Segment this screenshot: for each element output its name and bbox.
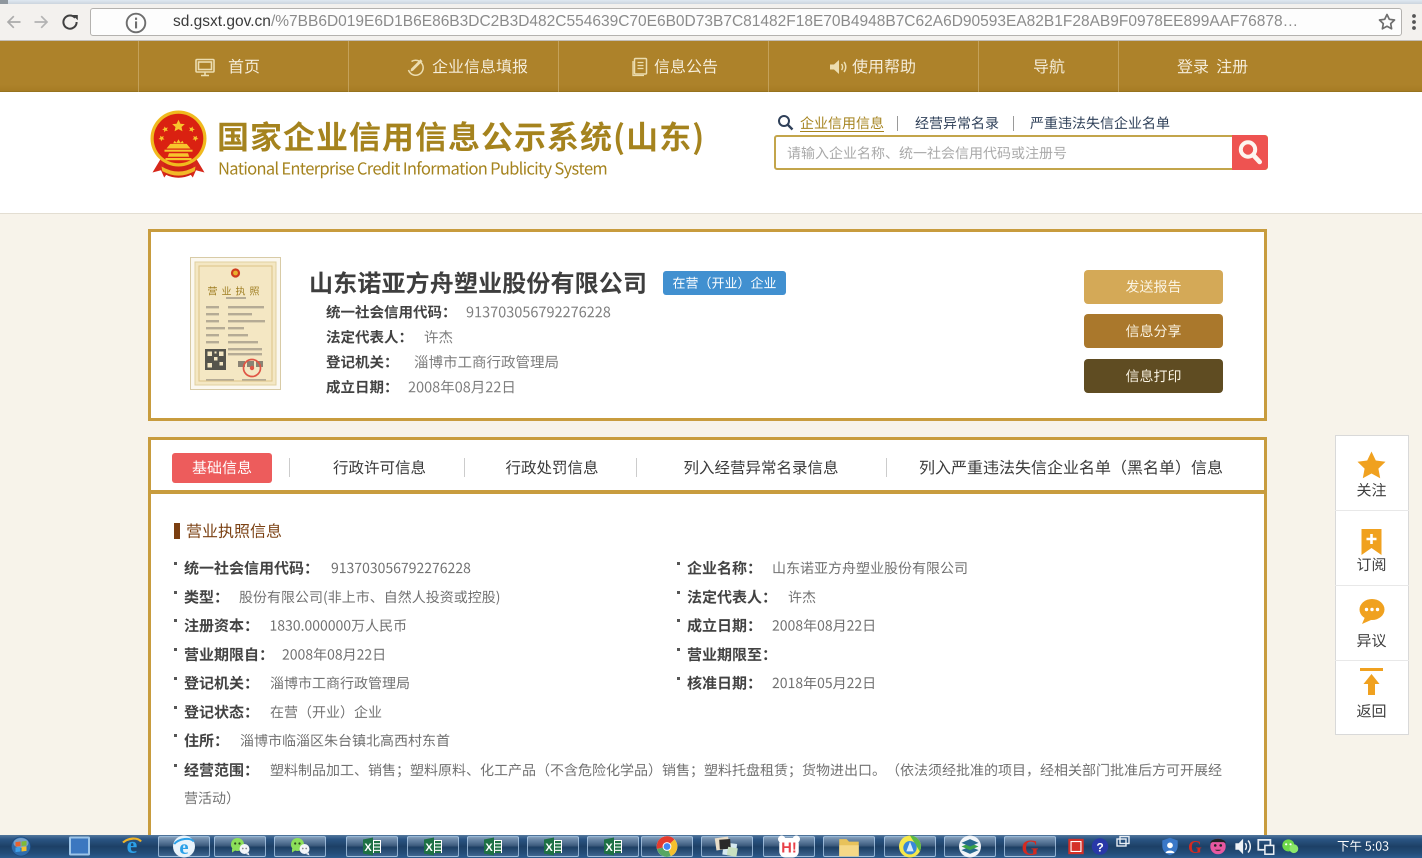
- svg-text:?: ?: [1096, 840, 1103, 854]
- svg-text:X: X: [545, 842, 553, 854]
- svg-text:X: X: [485, 842, 493, 854]
- svg-text:X: X: [364, 842, 372, 854]
- svg-text:X: X: [425, 842, 433, 854]
- svg-text:G: G: [1188, 837, 1202, 857]
- svg-text:G: G: [1021, 835, 1038, 858]
- svg-text:X: X: [605, 842, 613, 854]
- svg-text:H!: H!: [781, 841, 796, 857]
